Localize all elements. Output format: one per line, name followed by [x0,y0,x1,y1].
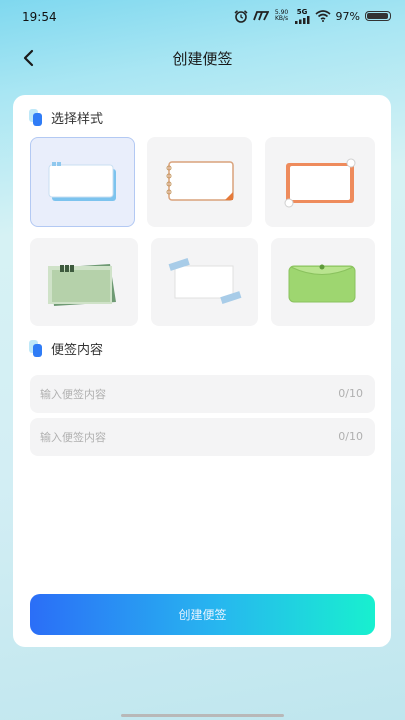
style-option-6[interactable] [271,238,375,326]
network-speed-unit: KB/s [274,15,289,22]
note-content-field-2[interactable]: 0/10 [30,418,375,456]
status-icons: 5.90 KB/s 5G 97% [234,8,391,24]
status-bar: 19:54 5.90 KB/s 5G 97% [0,0,405,34]
status-time: 19:54 [22,10,57,24]
home-indicator[interactable] [121,714,284,717]
section-marker-icon [29,339,43,358]
style-option-1[interactable] [30,137,135,227]
char-counter-2: 0/10 [338,430,363,443]
main-card: 选择样式 便签内容 输入便签内容 0/10 输入便签内容 0/10 创建便签 [13,95,391,647]
content-section-title: 便签内容 [51,343,104,358]
style-section-header: 选择样式 [29,108,103,127]
taped-note-icon [168,258,242,304]
battery-icon [365,11,391,21]
note-content-field-1[interactable]: 0/10 [30,375,375,413]
carrier-logo-icon [252,11,269,21]
orange-frame-note-icon [284,158,356,208]
content-section-header: 便签内容 [29,339,103,358]
style-option-2[interactable] [147,137,252,227]
style-option-4[interactable] [30,238,138,326]
style-option-5[interactable] [151,238,258,326]
signal-icon [294,16,310,24]
green-envelope-note-icon [288,264,356,303]
wifi-icon [315,10,331,22]
network-speed: 5.90 KB/s [274,10,290,22]
green-paper-note-icon [48,264,116,306]
note-content-input-2[interactable] [30,418,375,456]
create-note-button[interactable]: 创建便签 [30,594,375,635]
alarm-icon [234,9,248,23]
notebook-note-icon [166,161,234,201]
blue-note-icon [48,161,116,201]
battery-percent: 97% [335,9,360,23]
char-counter-1: 0/10 [338,387,363,400]
note-content-input-1[interactable] [30,375,375,413]
network-type: 5G [296,8,308,16]
battery-fill [367,13,389,19]
section-marker-icon [29,108,43,127]
page-title: 创建便签 [172,50,233,68]
style-section-title: 选择样式 [51,112,104,127]
header: 创建便签 [0,38,405,78]
style-option-3[interactable] [265,137,375,227]
